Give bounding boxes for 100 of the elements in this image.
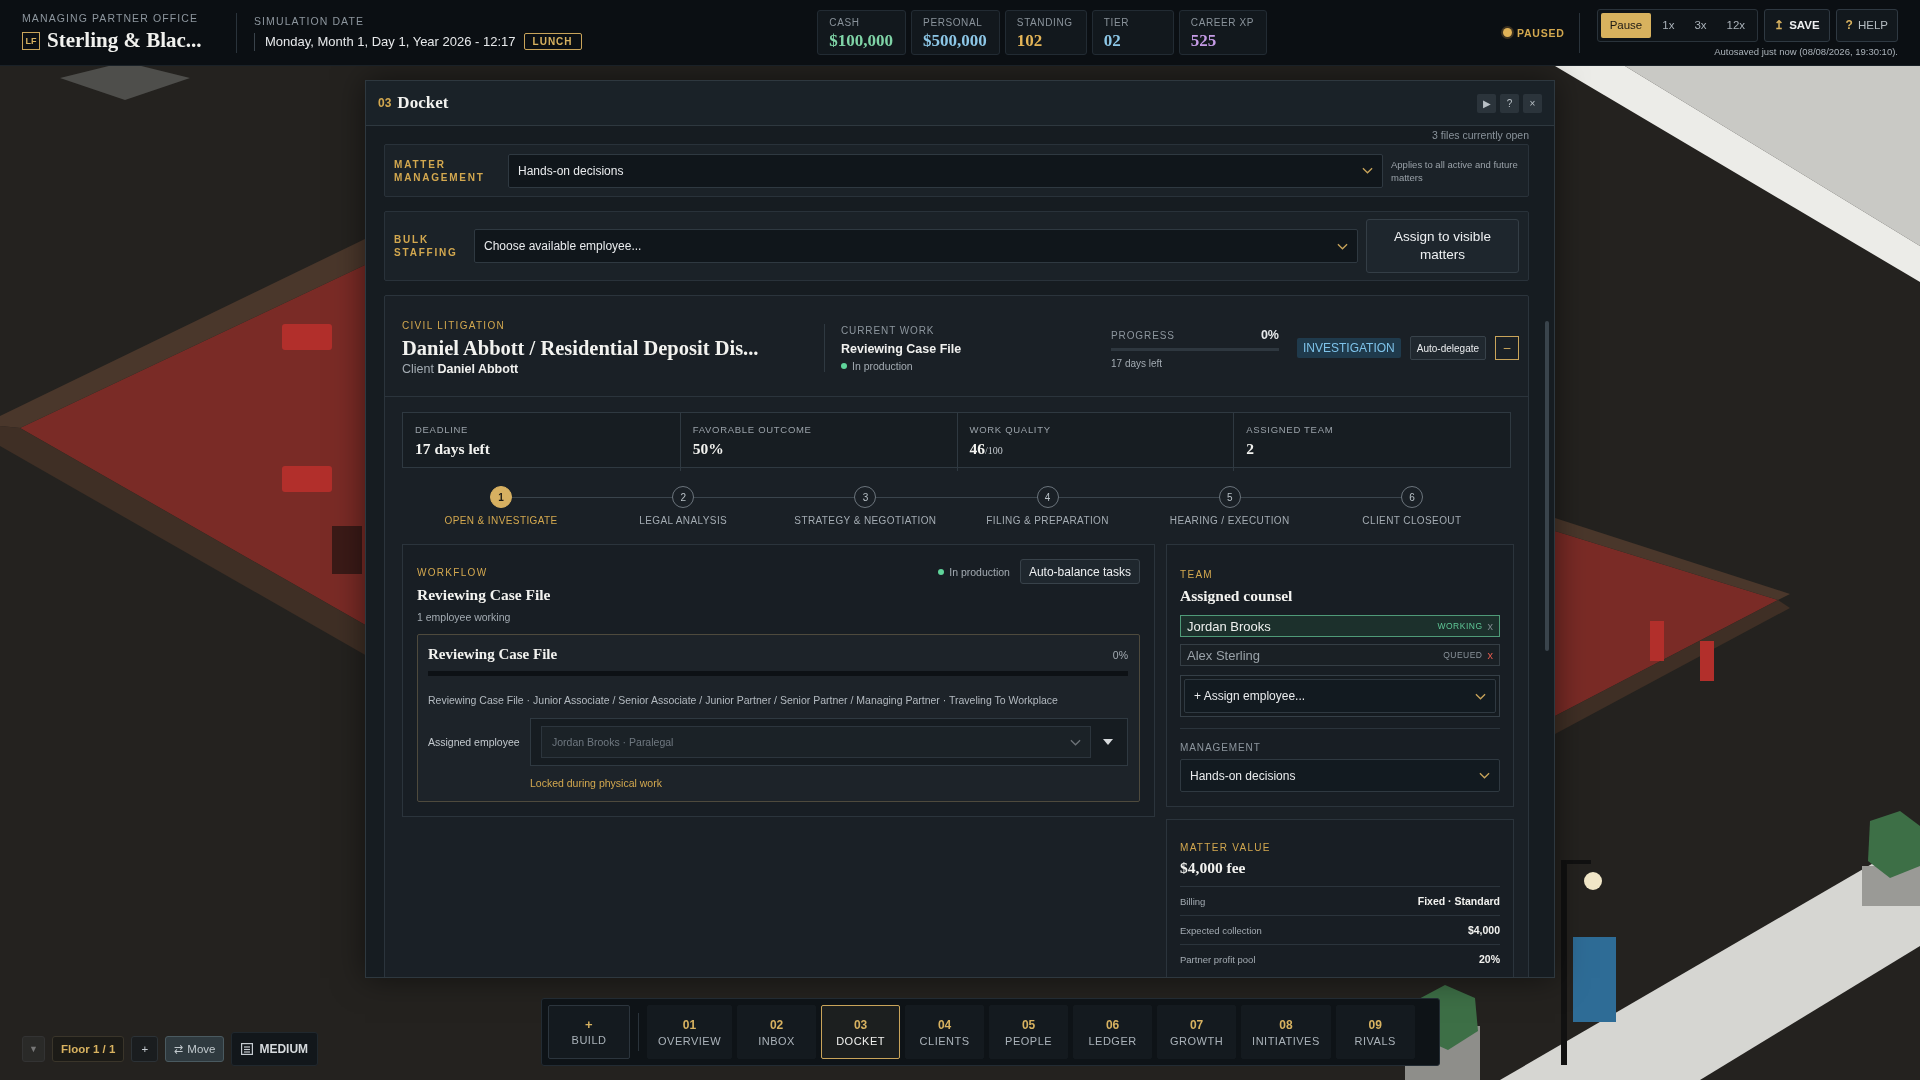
employee-select[interactable]: Choose available employee... bbox=[474, 229, 1358, 263]
stat-value: 102 bbox=[1016, 31, 1044, 51]
stat-label: FAVORABLE OUTCOME bbox=[692, 424, 813, 436]
progress-reading: 0% bbox=[1260, 327, 1279, 342]
office-caption: MANAGING PARTNER OFFICE bbox=[22, 12, 199, 25]
collapse-button[interactable]: – bbox=[1495, 336, 1520, 360]
build-button[interactable]: + BUILD bbox=[548, 1005, 630, 1059]
panel-label: MATTER VALUE bbox=[1180, 842, 1272, 854]
step-label: LEGAL ANALYSIS bbox=[639, 515, 728, 526]
chevron-down-icon bbox=[1475, 692, 1486, 700]
window-title: Docket bbox=[397, 93, 449, 113]
step-label: CLIENT CLOSEOUT bbox=[1362, 515, 1462, 526]
date-caption: SIMULATION DATE bbox=[254, 14, 366, 28]
employee-count-note: 1 employee working bbox=[417, 611, 512, 623]
team-member-row[interactable]: Alex Sterling QUEUED x bbox=[1180, 644, 1500, 666]
task-progress-reading: 0% bbox=[1112, 648, 1128, 661]
triangle-down-icon bbox=[1103, 739, 1113, 745]
status-label: PAUSED bbox=[1516, 26, 1565, 39]
stat-value: 50% bbox=[692, 440, 725, 458]
days-left-note: 17 days left bbox=[1111, 357, 1164, 369]
nav-tab[interactable]: 01 OVERVIEW bbox=[647, 1005, 733, 1059]
work-status: In production bbox=[949, 565, 1010, 578]
stat-label: STANDING bbox=[1016, 17, 1074, 29]
panel-title: Assigned counsel bbox=[1180, 586, 1294, 605]
status-dot-icon bbox=[938, 568, 945, 575]
nav-tab[interactable]: 06 LEDGER bbox=[1073, 1005, 1153, 1059]
window-number: 03 bbox=[378, 96, 392, 110]
chevron-down-icon bbox=[1337, 242, 1348, 250]
nav-tab[interactable]: 07 GROWTH bbox=[1157, 1005, 1237, 1059]
team-member-row[interactable]: Jordan Brooks WORKING x bbox=[1180, 615, 1500, 637]
assigned-employee-label: Assigned employee bbox=[428, 736, 521, 748]
stat-label: TIER bbox=[1103, 17, 1131, 29]
stat-value: 46/100 bbox=[969, 440, 1004, 459]
stat-label: CASH bbox=[829, 17, 861, 29]
help-button[interactable]: ? HELP bbox=[1835, 8, 1898, 42]
speed-button[interactable]: 1x bbox=[1653, 12, 1684, 38]
panel-title: Reviewing Case File bbox=[417, 585, 551, 604]
save-button[interactable]: ↥ SAVE bbox=[1764, 8, 1830, 42]
nav-tab[interactable]: 08 INITIATIVES bbox=[1241, 1005, 1331, 1059]
nav-tab[interactable]: 02 INBOX bbox=[737, 1005, 817, 1059]
step-label: STRATEGY & NEGOTIATION bbox=[794, 515, 937, 526]
play-button[interactable]: ▶ bbox=[1477, 93, 1496, 113]
setting-label: BULK STAFFING bbox=[394, 233, 459, 259]
remove-member-button[interactable]: x bbox=[1482, 620, 1493, 632]
help-button[interactable]: ? bbox=[1500, 93, 1519, 113]
step-circle: 5 bbox=[1218, 486, 1241, 508]
firm-logo: LF bbox=[22, 31, 40, 50]
nav-tab[interactable]: 03 DOCKET bbox=[821, 1005, 901, 1059]
stat-value: 17 days left bbox=[415, 440, 491, 458]
zoom-level-button[interactable]: MEDIUM bbox=[231, 1032, 319, 1066]
simulation-date: Monday, Month 1, Day 1, Year 2026 - 12:17 bbox=[265, 34, 516, 49]
firm-name: Sterling & Blac... bbox=[47, 28, 202, 53]
stat-label: DEADLINE bbox=[415, 424, 470, 436]
speed-button[interactable]: Pause bbox=[1600, 12, 1652, 38]
question-mark-icon: ? bbox=[1845, 18, 1853, 32]
stat-label: WORK QUALITY bbox=[969, 424, 1052, 436]
task-title: Reviewing Case File bbox=[428, 646, 558, 663]
management-select[interactable]: Hands-on decisions bbox=[508, 153, 1383, 188]
stat-label: PERSONAL bbox=[923, 17, 984, 29]
chevron-down-icon bbox=[1362, 167, 1373, 174]
stat-value: 02 bbox=[1103, 31, 1122, 51]
speed-button[interactable]: 12x bbox=[1717, 12, 1755, 38]
assign-employee-select[interactable]: + Assign employee... bbox=[1184, 679, 1496, 713]
list-icon bbox=[241, 1043, 254, 1055]
lock-note: Locked during physical work bbox=[530, 777, 663, 789]
step-label: FILING & PREPARATION bbox=[986, 515, 1109, 526]
close-button[interactable]: × bbox=[1523, 93, 1542, 113]
status-dot-icon bbox=[841, 362, 847, 369]
step-label: HEARING / EXECUTION bbox=[1169, 515, 1290, 526]
assign-visible-button[interactable]: Assign to visible matters bbox=[1366, 219, 1519, 273]
speed-button[interactable]: 3x bbox=[1685, 12, 1716, 38]
nav-tab[interactable]: 05 PEOPLE bbox=[989, 1005, 1069, 1059]
files-open-count: 3 files currently open bbox=[1432, 129, 1529, 141]
auto-balance-button[interactable]: Auto-balance tasks bbox=[1019, 559, 1140, 584]
stat-value: $100,000 bbox=[829, 31, 894, 51]
phase-badge: INVESTIGATION bbox=[1297, 338, 1401, 358]
task-roles-description: Reviewing Case File · Junior Associate / Senior Associate / Junior Partner / Senior Partner / Managing Partner · Traveling To Workplace bbox=[428, 694, 1059, 706]
matter-category: CIVIL LITIGATION bbox=[402, 320, 507, 332]
scrollbar-thumb[interactable] bbox=[1545, 321, 1549, 651]
plus-icon: + bbox=[584, 1018, 594, 1032]
value-row-value: Fixed · Standard bbox=[1417, 895, 1500, 907]
member-name: Alex Sterling bbox=[1187, 647, 1261, 663]
stat-label: CAREER XP bbox=[1190, 17, 1255, 29]
member-status: WORKING bbox=[1437, 621, 1483, 631]
auto-delegate-button[interactable]: Auto-delegate bbox=[1409, 336, 1487, 360]
step-circle: 1 bbox=[490, 486, 513, 508]
move-button[interactable]: ⇄ Move bbox=[165, 1036, 225, 1062]
floor-button[interactable]: Floor 1 / 1 bbox=[52, 1036, 125, 1062]
nav-tab[interactable]: 04 CLIENTS bbox=[905, 1005, 985, 1059]
step-label: OPEN & INVESTIGATE bbox=[444, 515, 558, 526]
stat-label: ASSIGNED TEAM bbox=[1246, 424, 1335, 436]
matter-fee: $4,000 fee bbox=[1180, 858, 1247, 877]
management-select[interactable]: Hands-on decisions bbox=[1180, 759, 1500, 792]
nav-tab[interactable]: 09 RIVALS bbox=[1335, 1005, 1415, 1059]
add-floor-button[interactable]: + bbox=[131, 1036, 159, 1062]
member-status: QUEUED bbox=[1443, 650, 1483, 660]
stat-value: $500,000 bbox=[923, 31, 987, 51]
current-work-title: Reviewing Case File bbox=[841, 341, 963, 356]
paused-dot-icon bbox=[1502, 28, 1512, 37]
remove-member-button[interactable]: x bbox=[1482, 649, 1493, 661]
